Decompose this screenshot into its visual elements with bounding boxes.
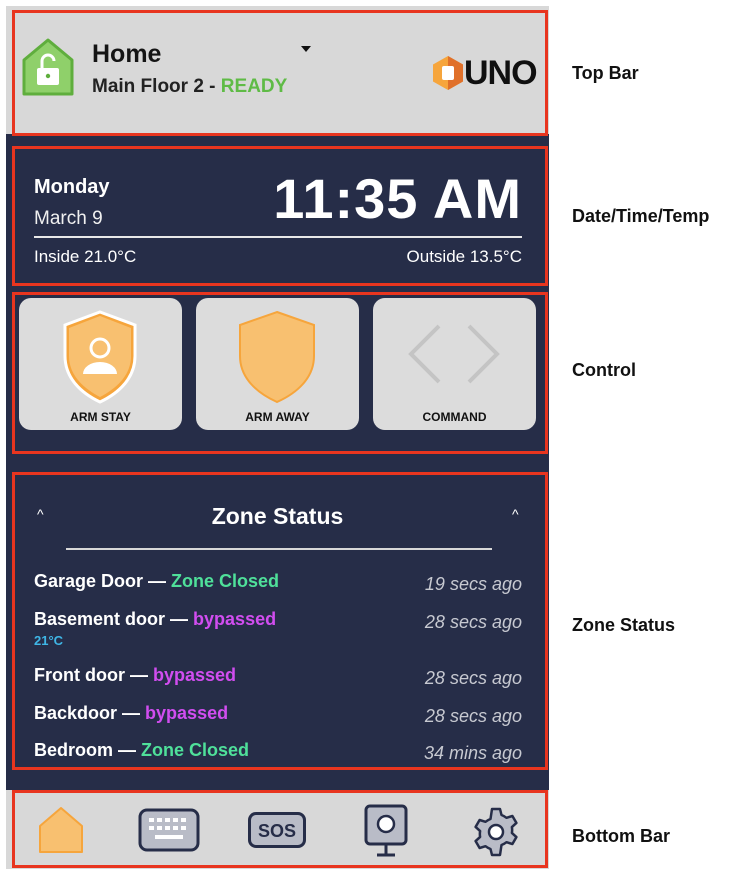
callout-bottom-bar: Bottom Bar	[572, 826, 670, 846]
bottom-bar-highlight	[12, 790, 548, 868]
callout-top-bar: Top Bar	[572, 63, 639, 83]
datetime-highlight	[12, 146, 548, 286]
callout-control: Control	[572, 360, 636, 380]
callout-zone-status: Zone Status	[572, 615, 676, 635]
zone-status-highlight	[12, 472, 548, 770]
callout-datetime: Date/Time/Temp	[572, 206, 710, 226]
top-bar-highlight	[12, 10, 548, 136]
control-highlight	[12, 292, 548, 454]
